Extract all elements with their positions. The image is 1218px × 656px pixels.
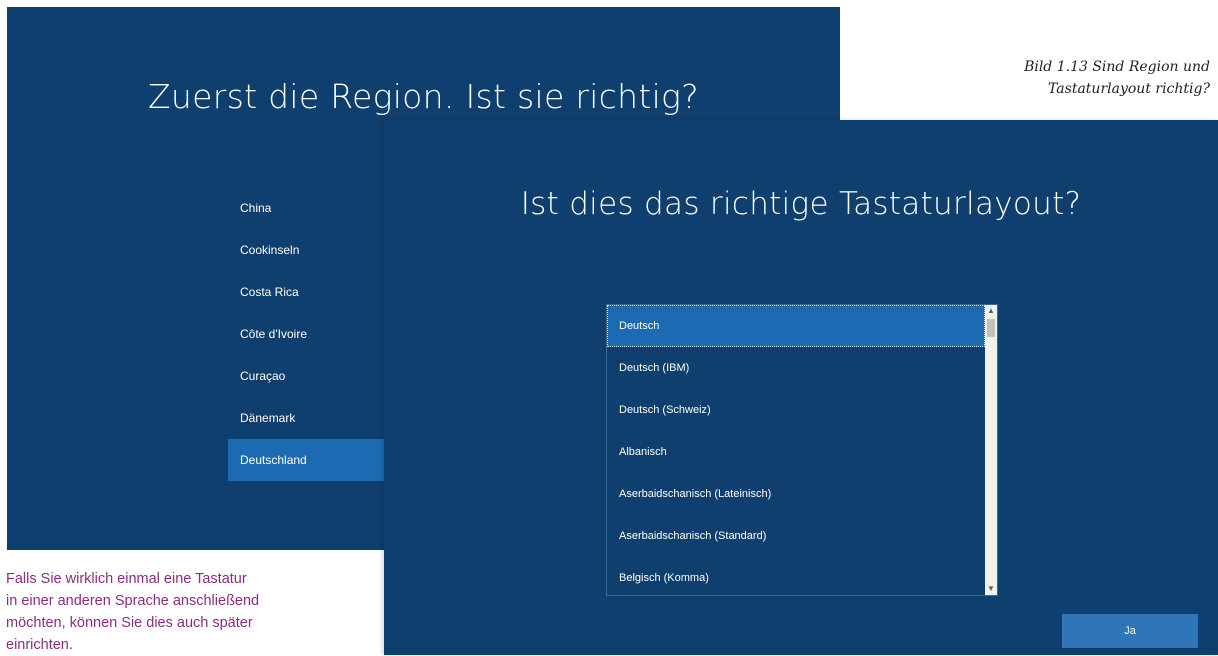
keyboard-title: Ist dies das richtige Tastaturlayout? xyxy=(520,186,1082,222)
keyboard-item-deutsch-schweiz[interactable]: Deutsch (Schweiz) xyxy=(607,389,985,431)
keyboard-item-albanisch[interactable]: Albanisch xyxy=(607,431,985,473)
scroll-down-icon[interactable]: ▼ xyxy=(985,583,997,595)
keyboard-setup-screen: Ist dies das richtige Tastaturlayout? De… xyxy=(384,120,1218,655)
side-text-line-4: einrichten. xyxy=(6,637,73,653)
figure-caption: Bild 1.13 Sind Region und Tastaturlayout… xyxy=(970,56,1210,100)
keyboard-item-aserbaidschanisch-standard[interactable]: Aserbaidschanisch (Standard) xyxy=(607,515,985,557)
list-scrollbar[interactable]: ▲ ▼ xyxy=(985,305,997,595)
keyboard-item-belgisch-komma[interactable]: Belgisch (Komma) xyxy=(607,557,985,595)
region-title: Zuerst die Region. Ist sie richtig? xyxy=(148,77,699,116)
side-text-line-3: möchten, können Sie dies auch später xyxy=(6,615,253,631)
keyboard-item-deutsch[interactable]: Deutsch xyxy=(607,305,985,347)
scroll-thumb[interactable] xyxy=(987,319,995,337)
side-text-line-1: Falls Sie wirklich einmal eine Tastatur xyxy=(6,571,247,587)
keyboard-item-aserbaidschanisch-lateinisch[interactable]: Aserbaidschanisch (Lateinisch) xyxy=(607,473,985,515)
side-text: Falls Sie wirklich einmal eine Tastatur … xyxy=(6,568,386,656)
keyboard-layout-list[interactable]: Deutsch Deutsch (IBM) Deutsch (Schweiz) … xyxy=(606,304,998,596)
side-text-line-2: in einer anderen Sprache anschließend xyxy=(6,593,260,609)
keyboard-item-deutsch-ibm[interactable]: Deutsch (IBM) xyxy=(607,347,985,389)
caption-line-2: Tastaturlayout richtig? xyxy=(1048,81,1210,97)
ja-button[interactable]: Ja xyxy=(1062,614,1198,648)
caption-line-1: Bild 1.13 Sind Region und xyxy=(1024,59,1210,75)
scroll-up-icon[interactable]: ▲ xyxy=(985,305,997,317)
